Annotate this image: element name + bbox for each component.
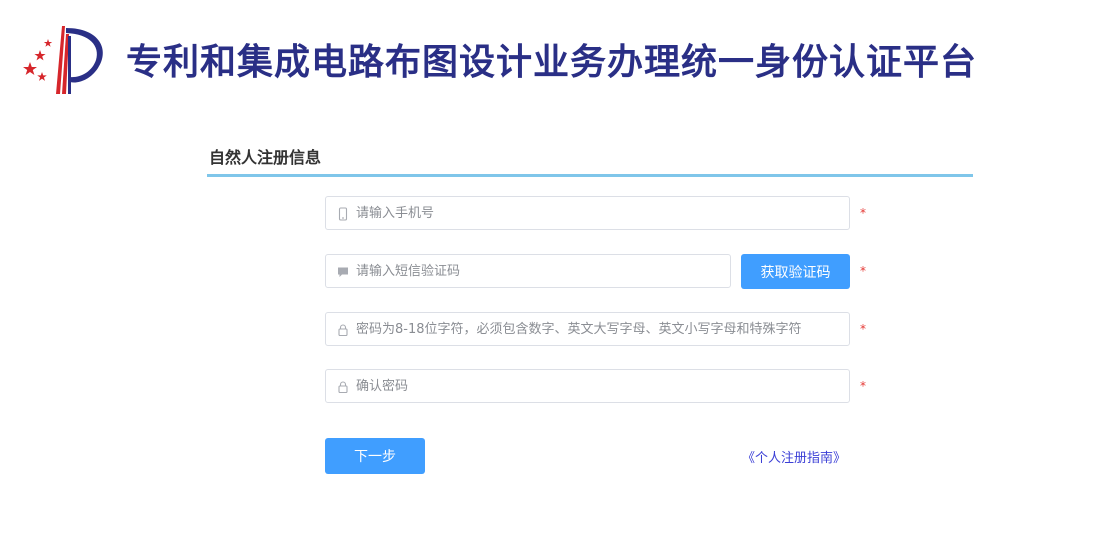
password-required-mark: * [860,322,866,336]
section-divider [207,174,973,177]
lock-icon [336,379,350,394]
cnipa-logo-icon [18,22,114,96]
password-field[interactable] [325,312,850,346]
sms-code-input[interactable] [356,256,730,286]
phone-required-mark: * [860,206,866,220]
phone-field[interactable] [325,196,850,230]
personal-registration-guide-link[interactable]: 《个人注册指南》 [742,447,846,466]
site-header: 专利和集成电路布图设计业务办理统一身份认证平台 [18,22,977,96]
site-title: 专利和集成电路布图设计业务办理统一身份认证平台 [126,42,978,83]
confirm-password-field[interactable] [325,369,850,403]
confirm-password-required-mark: * [860,379,866,393]
phone-input[interactable] [356,198,849,228]
password-input[interactable] [356,314,849,344]
section-title: 自然人注册信息 [209,148,322,167]
mobile-phone-icon [336,206,350,221]
confirm-password-input[interactable] [356,371,849,401]
next-step-button[interactable]: 下一步 [325,438,425,474]
form-section: 自然人注册信息 [207,146,973,177]
sms-code-field[interactable] [325,254,731,288]
sms-code-required-mark: * [860,264,866,278]
get-verification-code-button[interactable]: 获取验证码 [741,254,850,289]
lock-icon [336,322,350,337]
message-icon [336,264,350,278]
registration-page: 专利和集成电路布图设计业务办理统一身份认证平台 自然人注册信息 * 获取验证码 … [0,0,1112,547]
